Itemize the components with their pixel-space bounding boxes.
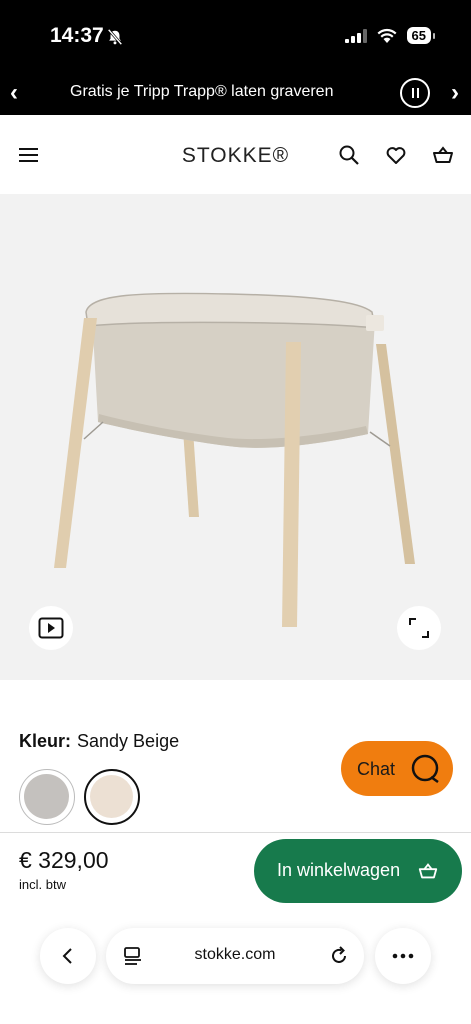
- purchase-bar: € 329,00 incl. btw In winkelwagen: [0, 832, 471, 917]
- signal-icon: [344, 28, 367, 43]
- fullscreen-button[interactable]: [397, 606, 441, 650]
- reload-icon[interactable]: [328, 945, 350, 967]
- bell-muted-icon: [107, 28, 123, 46]
- status-bar: 14:37 65: [0, 0, 471, 72]
- bassinet-product-image: [54, 292, 415, 627]
- chevron-right-icon[interactable]: ›: [451, 79, 459, 107]
- more-options-button[interactable]: [375, 928, 431, 984]
- play-icon: [38, 617, 64, 639]
- tax-note: incl. btw: [19, 877, 66, 892]
- play-video-button[interactable]: [29, 606, 73, 650]
- chevron-left-icon[interactable]: ‹: [10, 79, 18, 107]
- promo-banner: ‹ Gratis je Tripp Trapp® laten graveren …: [0, 72, 471, 115]
- site-header: STOKKE®: [0, 115, 471, 194]
- basket-icon[interactable]: [431, 143, 455, 167]
- back-button[interactable]: [40, 928, 96, 984]
- swatch-sandy-beige[interactable]: [84, 769, 140, 825]
- swatch-grey[interactable]: [19, 769, 75, 825]
- add-to-cart-label: In winkelwagen: [277, 860, 401, 880]
- chat-button[interactable]: Chat: [341, 741, 453, 796]
- swatch-sandy-beige-fill: [90, 775, 133, 818]
- product-image-area[interactable]: [0, 194, 471, 680]
- add-to-cart-button[interactable]: In winkelwagen: [254, 839, 462, 903]
- color-line: Kleur: Sandy Beige: [19, 731, 179, 752]
- color-value: Sandy Beige: [77, 731, 180, 751]
- reader-icon: [124, 947, 141, 965]
- chevron-left-icon: [62, 948, 72, 964]
- wifi-icon: [377, 28, 397, 43]
- product-info: Kleur: Sandy Beige Chat: [0, 680, 471, 832]
- battery-indicator: 65: [406, 27, 436, 44]
- browser-toolbar: stokke.com: [0, 917, 471, 1024]
- swatch-grey-fill: [24, 774, 69, 819]
- address-bar[interactable]: stokke.com: [106, 928, 364, 984]
- chat-label: Chat: [357, 759, 396, 779]
- expand-icon: [409, 618, 429, 638]
- url-text: stokke.com: [194, 946, 276, 963]
- more-icon: [392, 953, 414, 959]
- basket-icon: [418, 863, 438, 879]
- chat-bubble-icon: [411, 754, 439, 784]
- heart-icon[interactable]: [384, 143, 408, 167]
- promo-text[interactable]: Gratis je Tripp Trapp® laten graveren: [70, 83, 333, 101]
- price: € 329,00: [19, 847, 109, 873]
- status-time: 14:37: [50, 24, 104, 47]
- pause-icon[interactable]: [400, 78, 430, 108]
- color-label: Kleur:: [19, 731, 72, 751]
- search-icon[interactable]: [337, 143, 361, 167]
